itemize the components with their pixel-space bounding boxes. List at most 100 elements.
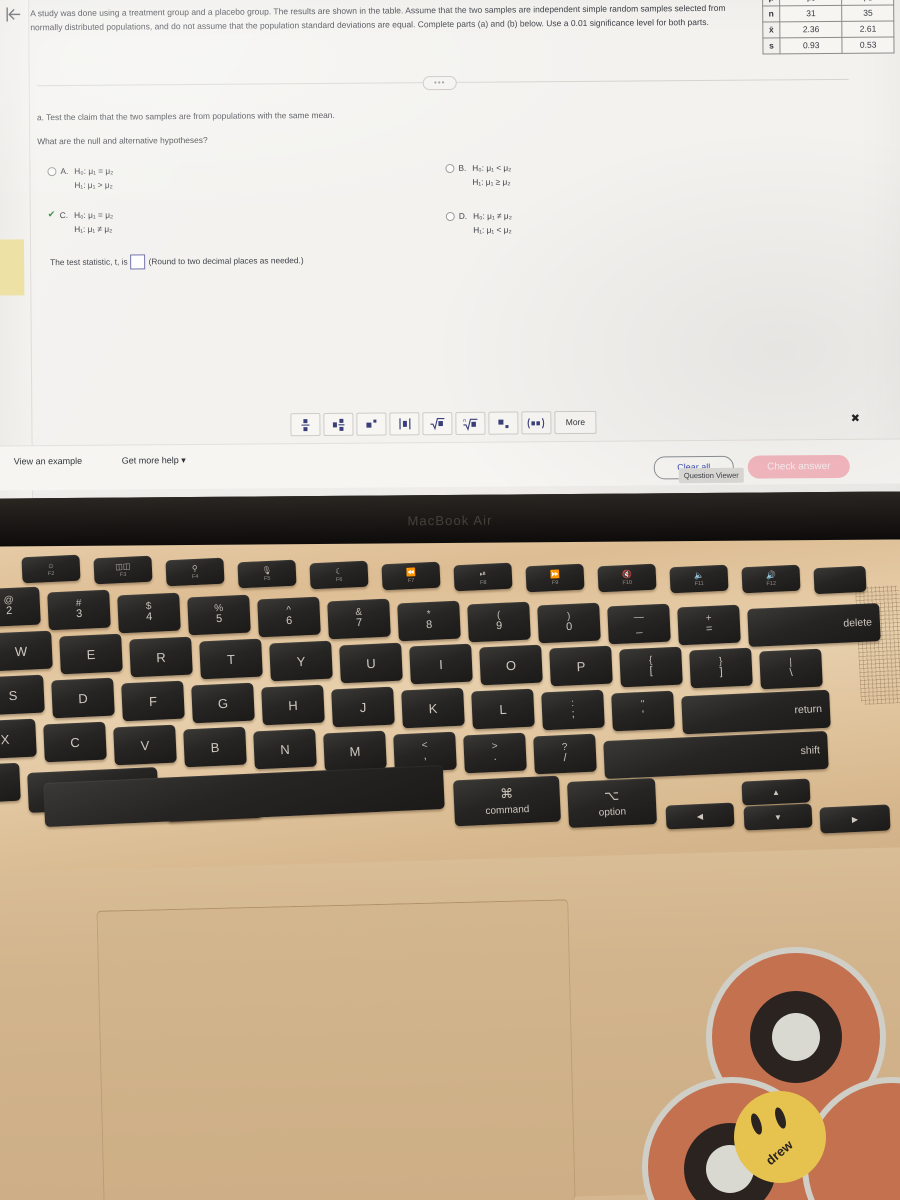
key-f5[interactable]: 🎙 F5 [237,559,297,589]
key-h[interactable]: H [261,684,325,726]
radio-a-icon[interactable] [47,167,57,177]
checkmark-selected-icon[interactable]: ✔ [48,209,56,219]
key-less-than: < [421,739,428,752]
key-arrow-left[interactable]: ◀ [665,802,735,830]
more-button[interactable]: More [554,410,597,435]
back-arrow-icon[interactable] [0,1,26,27]
option-b-letter: B. [458,162,467,173]
key-backslash[interactable]: | \ [759,648,823,690]
key-i[interactable]: I [409,643,473,685]
key-u[interactable]: U [339,642,403,684]
get-more-help-link[interactable]: Get more help ▾ [122,454,186,468]
key-9[interactable]: ( 9 [467,601,531,643]
radio-b-icon[interactable] [445,163,455,174]
key-x[interactable]: X [0,718,37,760]
key-e[interactable]: E [59,633,123,675]
trackpad[interactable] [96,899,576,1200]
key-shift-right[interactable]: shift [603,730,829,780]
key-bracket-right[interactable]: } ] [689,647,753,689]
key-m[interactable]: M [323,730,387,772]
key-f11[interactable]: 🔈 F11 [669,564,729,594]
key-slash[interactable]: ? / [533,733,597,775]
key-p[interactable]: P [549,645,613,687]
view-example-link[interactable]: View an example [14,455,82,469]
rewind-icon: ⏪ [405,567,417,578]
key-n[interactable]: N [253,728,317,770]
key-f3[interactable]: ◫◫ F3 [93,555,153,585]
key-f12[interactable]: 🔊 F12 [741,564,801,594]
absolute-value-button[interactable] [389,412,420,436]
key-2[interactable]: @ 2 [0,586,41,628]
option-a-line1: H₀: μ₁ = μ₂ [74,165,114,176]
option-a[interactable]: A. H₀: μ₁ = μ₂ H₁: μ₁ > μ₂ [47,165,113,192]
key-4[interactable]: $ 4 [117,592,181,634]
key-7[interactable]: & 7 [327,598,391,640]
key-6[interactable]: ^ 6 [257,596,321,638]
nth-root-button[interactable]: n [455,411,486,435]
key-8[interactable]: * 8 [397,600,461,642]
key-w[interactable]: W [0,630,53,672]
key-c[interactable]: C [43,721,107,763]
close-icon[interactable]: ✖ [847,411,863,427]
key-return[interactable]: return [681,689,831,735]
key-f6[interactable]: ☾ F6 [309,560,369,590]
key-arrow-up[interactable]: ▲ [741,778,811,806]
key-command-right[interactable]: ⌘ command [453,775,561,827]
key-delete[interactable]: delete [747,603,881,647]
radio-d-icon[interactable] [445,211,455,222]
key-f10[interactable]: 🔇 F10 [597,563,657,593]
option-a-letter: A. [60,165,69,177]
spotlight-search-icon: ⚲ [191,563,198,574]
key-arrow-right[interactable]: ▶ [819,804,891,834]
test-statistic-input[interactable] [130,254,146,270]
option-c[interactable]: ✔ C. H₀: μ₁ = μ₂ H₁: μ₁ ≠ μ₂ [48,209,114,236]
key-8-bot: 8 [425,619,433,632]
fraction-button[interactable] [290,413,321,437]
key-j[interactable]: J [331,686,395,728]
key-touch-id[interactable] [813,565,867,595]
key-colon: : [571,697,575,710]
key-slash-bot: / [563,752,568,765]
check-answer-button[interactable]: Check answer [747,454,850,479]
key-k[interactable]: K [401,687,465,729]
table-row: s 0.93 0.53 [762,37,895,55]
square-root-button[interactable] [422,411,453,436]
key-d[interactable]: D [51,677,115,719]
key-v[interactable]: V [113,724,177,766]
key-s[interactable]: S [0,674,45,716]
key-quote[interactable]: " ' [611,690,675,732]
key-semicolon[interactable]: : ; [541,689,605,731]
key-g[interactable]: G [191,682,255,724]
key-o[interactable]: O [479,644,543,686]
key-3-bot: 3 [75,608,83,621]
key-3[interactable]: # 3 [47,589,111,631]
key-y[interactable]: Y [269,640,333,682]
subscript-button[interactable] [488,411,519,435]
key-f7[interactable]: ⏪ F7 [381,561,441,591]
exponent-button[interactable] [356,412,387,436]
key-f9[interactable]: ⏩ F9 [525,563,585,593]
key-0[interactable]: ) 0 [537,602,601,644]
key-l[interactable]: L [471,688,535,730]
key-5[interactable]: % 5 [187,594,251,636]
key-period[interactable]: > . [463,732,527,774]
key-t[interactable]: T [199,638,263,680]
option-d[interactable]: D. H₀: μ₁ ≠ μ₂ H₁: μ₁ < μ₂ [445,210,512,237]
mixed-number-button[interactable] [323,412,354,436]
key-arrow-down[interactable]: ▼ [743,803,813,831]
key-minus[interactable]: — _ [607,603,671,645]
key-b[interactable]: B [183,726,247,768]
key-equals[interactable]: + = [677,604,741,646]
option-b[interactable]: B. H₀: μ₁ < μ₂ H₁: μ₁ ≥ μ₂ [445,162,511,189]
key-f2[interactable]: ☼ F2 [21,554,81,584]
key-option-right[interactable]: ⌥ option [567,778,657,828]
key-f8[interactable]: ⏯ F8 [453,562,513,592]
key-f[interactable]: F [121,680,185,722]
option-a-line2: H₁: μ₁ > μ₂ [74,180,113,191]
interval-button[interactable] [521,411,552,435]
key-fn[interactable]: ⌘ [0,762,21,804]
key-bracket-left[interactable]: { [ [619,646,683,688]
key-f4[interactable]: ⚲ F4 [165,557,225,587]
divider-ellipsis-button[interactable]: ••• [422,75,457,91]
key-r[interactable]: R [129,636,193,678]
